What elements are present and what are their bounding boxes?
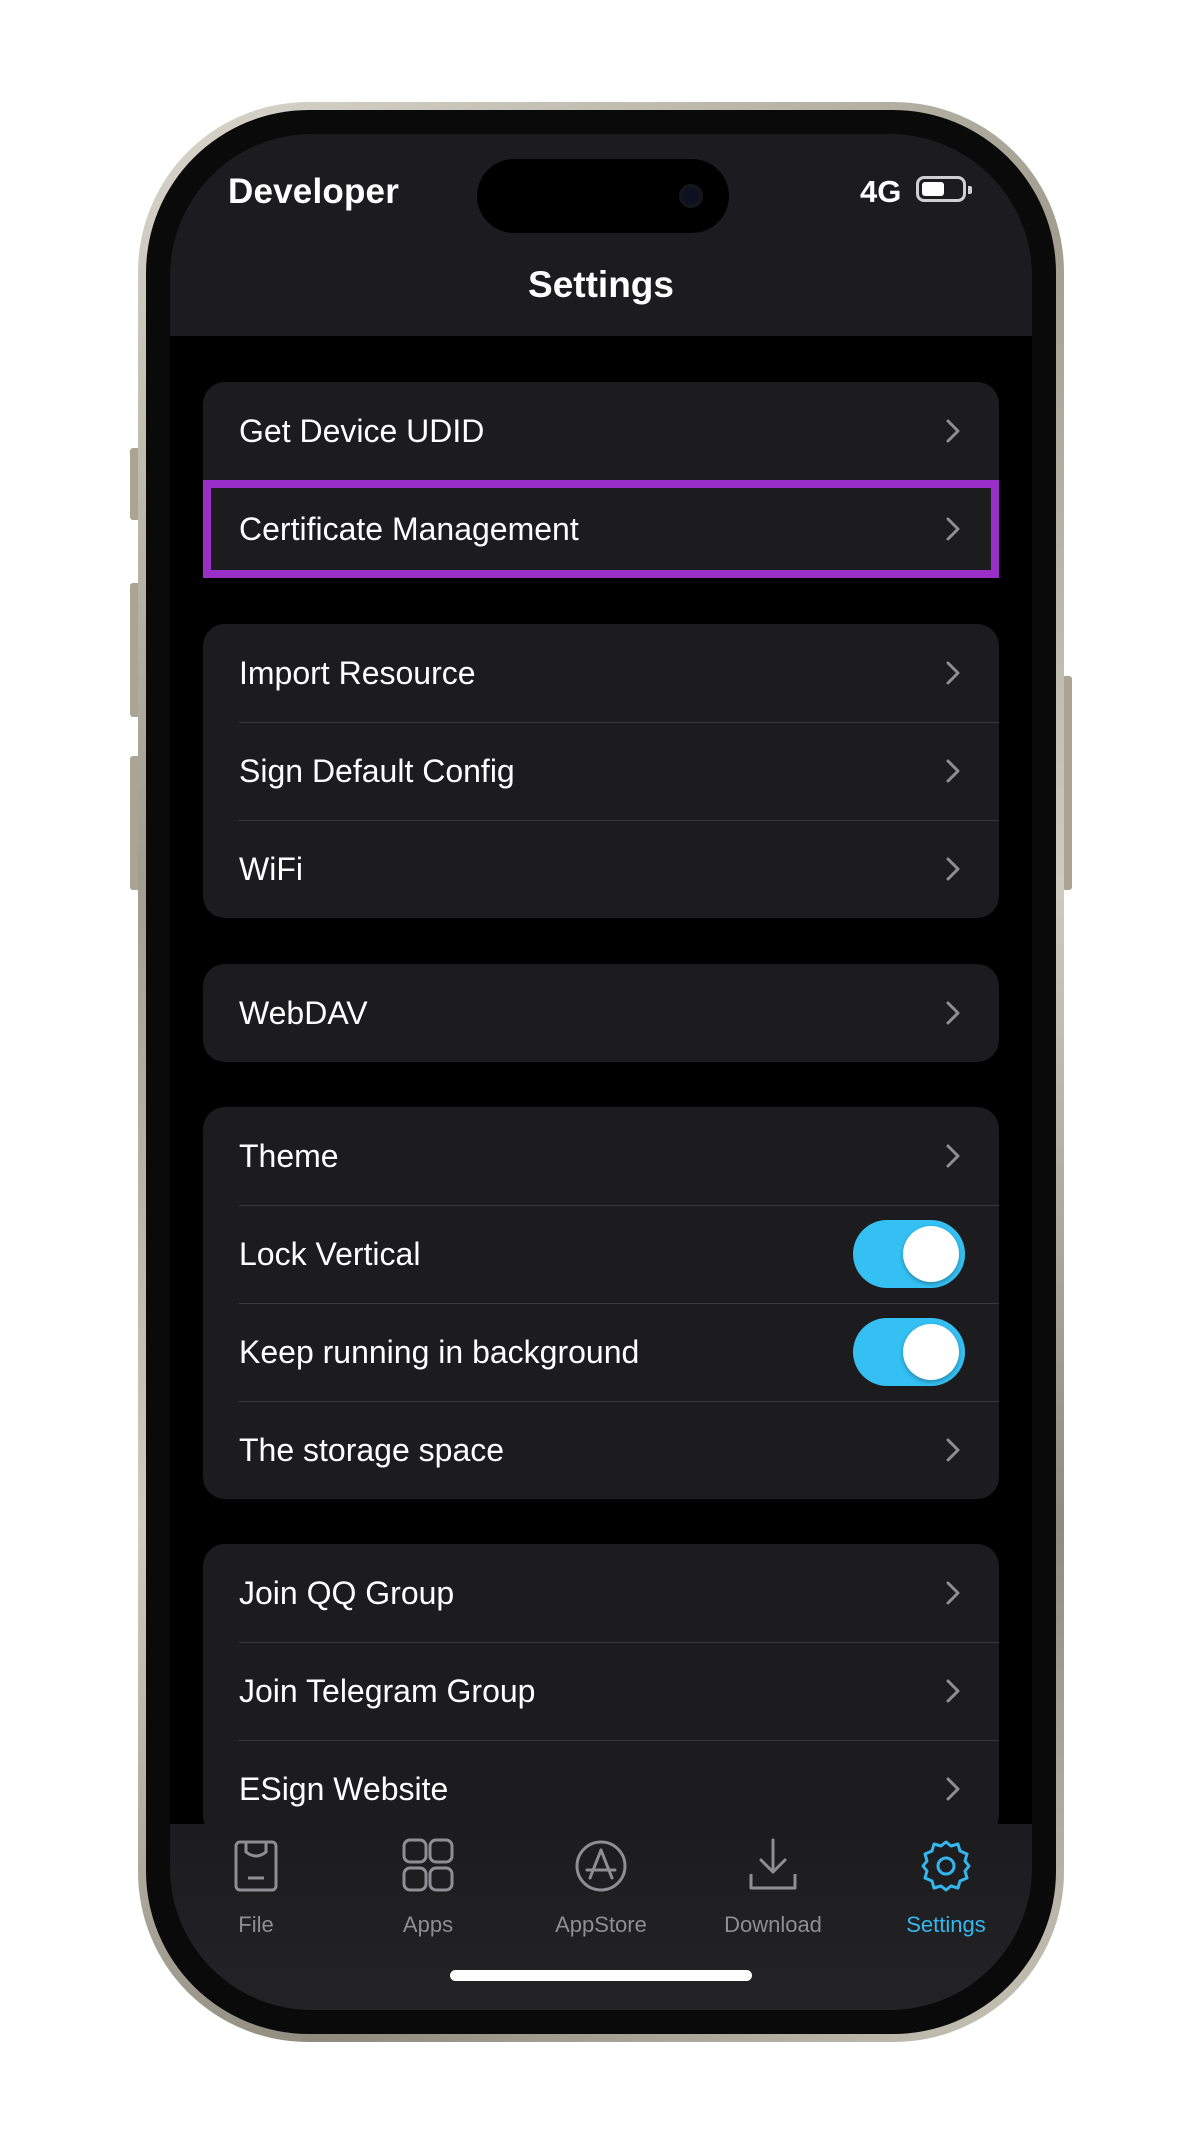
chevron-right-icon (946, 1581, 960, 1605)
row-webdav[interactable]: WebDAV (203, 964, 999, 1062)
tab-bar: File Apps AppStore Download Settings (170, 1824, 1032, 2010)
row-label: WebDAV (239, 995, 368, 1031)
chevron-right-icon (946, 1679, 960, 1703)
row-label: WiFi (239, 851, 303, 887)
row-get-device-udid[interactable]: Get Device UDID (203, 382, 999, 480)
tab-settings[interactable]: Settings (860, 1824, 1032, 1944)
tab-label: Download (724, 1912, 822, 1937)
keep-running-toggle[interactable] (853, 1318, 965, 1386)
status-bar-time: Developer (228, 172, 400, 211)
camera-lens (679, 184, 703, 208)
row-label: Join QQ Group (239, 1575, 455, 1611)
phone-screen: Developer 4G Settings Get Device UDID Ce… (170, 134, 1032, 2010)
chevron-right-icon (946, 1438, 960, 1462)
row-lock-vertical: Lock Vertical (203, 1205, 999, 1303)
chevron-right-icon (946, 661, 960, 685)
row-label: Get Device UDID (239, 413, 485, 449)
download-icon (749, 1838, 797, 1890)
row-label: Certificate Management (239, 511, 579, 547)
row-label: Keep running in background (239, 1334, 640, 1370)
settings-group-community: Join QQ Group Join Telegram Group ESign … (203, 1544, 999, 1838)
toggle-knob (903, 1324, 959, 1380)
row-label: Lock Vertical (239, 1236, 421, 1272)
tab-label: Settings (906, 1912, 986, 1937)
row-wifi[interactable]: WiFi (203, 820, 999, 918)
row-label: Join Telegram Group (239, 1673, 536, 1709)
dynamic-island (477, 159, 729, 233)
lock-vertical-toggle[interactable] (853, 1220, 965, 1288)
chevron-right-icon (946, 1144, 960, 1168)
tab-apps[interactable]: Apps (342, 1824, 514, 1944)
settings-group-signing: Import Resource Sign Default Config WiFi (203, 624, 999, 918)
row-label: Theme (239, 1138, 339, 1174)
settings-group-general: Theme Lock Vertical Keep running in back… (203, 1107, 999, 1499)
battery-icon (916, 176, 972, 202)
bag-icon (234, 1840, 278, 1892)
chevron-right-icon (946, 759, 960, 783)
chevron-right-icon (946, 517, 960, 541)
row-certificate-management[interactable]: Certificate Management (203, 480, 999, 578)
gear-icon (921, 1840, 971, 1892)
row-join-qq-group[interactable]: Join QQ Group (203, 1544, 999, 1642)
grid-icon (402, 1838, 454, 1892)
tab-appstore[interactable]: AppStore (515, 1824, 687, 1944)
tab-file[interactable]: File (170, 1824, 342, 1944)
page-title: Settings (528, 264, 674, 305)
row-sign-default-config[interactable]: Sign Default Config (203, 722, 999, 820)
row-label: Import Resource (239, 655, 476, 691)
row-keep-running-background: Keep running in background (203, 1303, 999, 1401)
row-import-resource[interactable]: Import Resource (203, 624, 999, 722)
appstore-icon (575, 1840, 627, 1892)
row-join-telegram-group[interactable]: Join Telegram Group (203, 1642, 999, 1740)
settings-group-webdav: WebDAV (203, 964, 999, 1062)
header: Developer 4G Settings (170, 134, 1032, 336)
row-label: The storage space (239, 1432, 505, 1468)
chevron-right-icon (946, 1777, 960, 1801)
row-storage-space[interactable]: The storage space (203, 1401, 999, 1499)
chevron-right-icon (946, 857, 960, 881)
tab-label: Apps (402, 1912, 454, 1937)
home-indicator (450, 1970, 752, 1981)
toggle-knob (903, 1226, 959, 1282)
row-label: Sign Default Config (239, 753, 515, 789)
tab-label: File (238, 1912, 274, 1937)
chevron-right-icon (946, 419, 960, 443)
tab-label: AppStore (555, 1912, 647, 1937)
chevron-right-icon (946, 1001, 960, 1025)
tab-download[interactable]: Download (687, 1824, 859, 1944)
row-theme[interactable]: Theme (203, 1107, 999, 1205)
network-indicator: 4G (860, 174, 902, 209)
settings-group-device: Get Device UDID Certificate Management (203, 382, 999, 578)
